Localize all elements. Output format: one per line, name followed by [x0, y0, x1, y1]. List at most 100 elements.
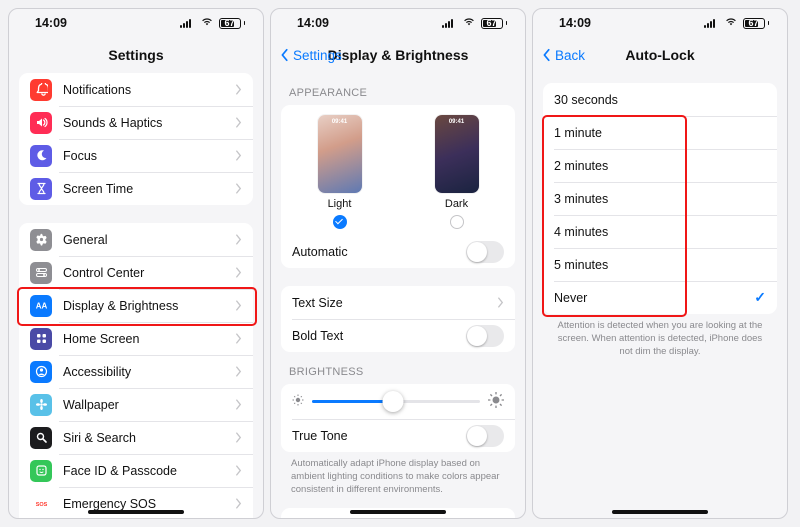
wifi-icon: [462, 18, 476, 28]
settings-group: GeneralControl CenterAADisplay & Brightn…: [19, 223, 253, 518]
svg-text:SOS: SOS: [35, 502, 47, 508]
face-icon: [30, 460, 52, 482]
appearance-picker: Light Dark: [281, 105, 515, 235]
signal-icon: [442, 18, 457, 28]
status-bar: 14:09 67: [533, 9, 787, 37]
row-automatic[interactable]: Automatic: [281, 235, 515, 268]
page-title: Display & Brightness: [328, 47, 469, 63]
page-title: Auto-Lock: [625, 47, 694, 63]
search-icon: [30, 427, 52, 449]
checkmark-icon: ✓: [754, 289, 766, 306]
nav-bar: Settings: [9, 37, 263, 73]
phone-auto-lock: 14:09 67 Back Auto-Lock 30 seconds1 minu…: [532, 8, 788, 519]
chevron-right-icon: [235, 399, 242, 410]
row-screen-time[interactable]: Screen Time: [19, 172, 253, 205]
display-settings-list[interactable]: APPEARANCE Light Dark Automatic Text Siz…: [271, 73, 525, 518]
row-control-center[interactable]: Control Center: [19, 256, 253, 289]
wifi-icon: [724, 18, 738, 28]
page-title: Settings: [108, 47, 163, 63]
toggle-bold-text[interactable]: [466, 325, 504, 347]
person-icon: [30, 361, 52, 383]
row-notifications[interactable]: Notifications: [19, 73, 253, 106]
home-indicator[interactable]: [88, 510, 184, 514]
settings-group: NotificationsSounds & HapticsFocusScreen…: [19, 73, 253, 205]
row-face-id-passcode[interactable]: Face ID & Passcode: [19, 454, 253, 487]
chevron-right-icon: [497, 297, 504, 308]
switches-icon: [30, 262, 52, 284]
status-time: 14:09: [35, 16, 67, 30]
flower-icon: [30, 394, 52, 416]
option-never[interactable]: Never✓: [543, 281, 777, 314]
speaker-icon: [30, 112, 52, 134]
home-indicator[interactable]: [612, 510, 708, 514]
status-icons: 67: [442, 18, 508, 29]
settings-list[interactable]: NotificationsSounds & HapticsFocusScreen…: [9, 73, 263, 518]
aa-icon: AA: [30, 295, 52, 317]
status-icons: 67: [704, 18, 770, 29]
option-3-minutes[interactable]: 3 minutes: [543, 182, 777, 215]
status-time: 14:09: [297, 16, 329, 30]
auto-lock-footer: Attention is detected when you are looki…: [543, 314, 777, 358]
chevron-right-icon: [235, 300, 242, 311]
option-2-minutes[interactable]: 2 minutes: [543, 149, 777, 182]
row-text-size[interactable]: Text Size: [281, 286, 515, 319]
appearance-light[interactable]: Light: [318, 115, 362, 229]
brightness-slider[interactable]: [281, 384, 515, 419]
toggle-automatic[interactable]: [466, 241, 504, 263]
row-display-brightness[interactable]: AADisplay & Brightness: [19, 289, 253, 322]
row-focus[interactable]: Focus: [19, 139, 253, 172]
appearance-card: Light Dark Automatic: [281, 105, 515, 268]
status-time: 14:09: [559, 16, 591, 30]
row-sounds-haptics[interactable]: Sounds & Haptics: [19, 106, 253, 139]
chevron-right-icon: [235, 234, 242, 245]
section-header-appearance: APPEARANCE: [281, 73, 515, 105]
chevron-right-icon: [235, 498, 242, 509]
phone-display-brightness: 14:09 67 Settings Display & Brightness A…: [270, 8, 526, 519]
chevron-right-icon: [235, 333, 242, 344]
brightness-card: True Tone: [281, 384, 515, 452]
option-30-seconds[interactable]: 30 seconds: [543, 83, 777, 116]
row-accessibility[interactable]: Accessibility: [19, 355, 253, 388]
gear-icon: [30, 229, 52, 251]
auto-lock-options: 30 seconds1 minute2 minutes3 minutes4 mi…: [543, 83, 777, 314]
row-true-tone[interactable]: True Tone: [281, 419, 515, 452]
back-label: Back: [555, 48, 585, 63]
option-5-minutes[interactable]: 5 minutes: [543, 248, 777, 281]
phone-settings: 14:09 67 Settings NotificationsSounds & …: [8, 8, 264, 519]
sos-icon: SOS: [30, 493, 52, 515]
signal-icon: [180, 18, 195, 28]
auto-lock-list[interactable]: 30 seconds1 minute2 minutes3 minutes4 mi…: [533, 73, 787, 518]
radio-unselected-icon: [450, 215, 464, 229]
signal-icon: [704, 18, 719, 28]
moon-icon: [30, 145, 52, 167]
hourglass-icon: [30, 178, 52, 200]
battery-icon: 67: [481, 18, 508, 29]
radio-selected-icon: [333, 215, 347, 229]
chevron-right-icon: [235, 432, 242, 443]
battery-icon: 67: [219, 18, 246, 29]
back-button[interactable]: Settings: [279, 48, 342, 63]
battery-icon: 67: [743, 18, 770, 29]
text-card: Text Size Bold Text: [281, 286, 515, 352]
back-button[interactable]: Back: [541, 48, 585, 63]
row-bold-text[interactable]: Bold Text: [281, 319, 515, 352]
option-4-minutes[interactable]: 4 minutes: [543, 215, 777, 248]
back-label: Settings: [293, 48, 342, 63]
option-1-minute[interactable]: 1 minute: [543, 116, 777, 149]
home-indicator[interactable]: [350, 510, 446, 514]
row-siri-search[interactable]: Siri & Search: [19, 421, 253, 454]
status-icons: 67: [180, 18, 246, 29]
toggle-true-tone[interactable]: [466, 425, 504, 447]
chevron-left-icon: [279, 48, 291, 62]
appearance-dark[interactable]: Dark: [435, 115, 479, 229]
chevron-right-icon: [235, 150, 242, 161]
row-general[interactable]: General: [19, 223, 253, 256]
true-tone-footer: Automatically adapt iPhone display based…: [281, 452, 515, 496]
chevron-left-icon: [541, 48, 553, 62]
row-wallpaper[interactable]: Wallpaper: [19, 388, 253, 421]
row-home-screen[interactable]: Home Screen: [19, 322, 253, 355]
sun-small-icon: [292, 394, 304, 409]
section-header-brightness: BRIGHTNESS: [281, 352, 515, 384]
status-bar: 14:09 67: [271, 9, 525, 37]
grid-icon: [30, 328, 52, 350]
